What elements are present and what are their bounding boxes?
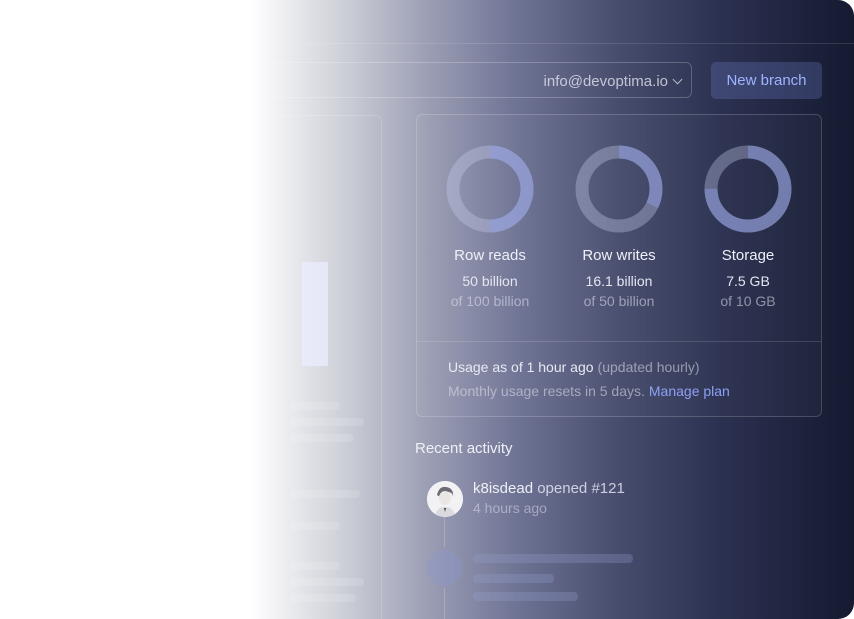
metric-label: Storage bbox=[721, 247, 775, 264]
usage-card: Row reads 50 billion of 100 billion Row … bbox=[416, 114, 822, 417]
timeline-connector bbox=[444, 517, 445, 547]
new-branch-button[interactable]: New branch bbox=[711, 62, 822, 99]
card-divider bbox=[417, 341, 821, 342]
reset-note: Monthly usage resets in 5 days. bbox=[448, 383, 645, 399]
account-selector-bar[interactable]: info@devoptima.io bbox=[230, 62, 692, 98]
placeholder-line bbox=[290, 594, 356, 602]
placeholder-line bbox=[290, 418, 364, 426]
metric-limit: of 100 billion bbox=[450, 293, 530, 309]
manage-plan-link[interactable]: Manage plan bbox=[649, 383, 730, 399]
usage-ring bbox=[446, 145, 534, 233]
timeline-connector bbox=[444, 588, 445, 619]
metric-limit: of 50 billion bbox=[583, 293, 655, 309]
metric-value: 7.5 GB bbox=[726, 273, 770, 289]
placeholder-line bbox=[290, 402, 340, 410]
update-note: (updated hourly) bbox=[597, 359, 700, 375]
placeholder-line bbox=[290, 578, 364, 586]
usage-ring bbox=[704, 145, 792, 233]
left-panel bbox=[230, 115, 382, 619]
metric-row-writes: Row writes 16.1 billion of 50 billion bbox=[554, 145, 684, 309]
activity-user[interactable]: k8isdead bbox=[473, 480, 533, 497]
placeholder-avatar bbox=[427, 550, 463, 586]
metric-value: 16.1 billion bbox=[585, 273, 653, 289]
chevron-down-icon bbox=[672, 74, 683, 85]
placeholder-line bbox=[473, 574, 554, 583]
usage-ring bbox=[575, 145, 663, 233]
usage-as-of: Usage as of 1 hour ago bbox=[448, 359, 594, 375]
placeholder-line bbox=[290, 522, 340, 530]
usage-status: Usage as of 1 hour ago (updated hourly) bbox=[448, 359, 700, 375]
reset-status: Monthly usage resets in 5 days. Manage pl… bbox=[448, 383, 730, 399]
activity-time: 4 hours ago bbox=[473, 500, 547, 516]
placeholder-line bbox=[473, 592, 578, 601]
placeholder-line bbox=[473, 554, 633, 563]
topbar-divider bbox=[0, 43, 854, 44]
avatar[interactable] bbox=[427, 481, 463, 517]
metric-label: Row writes bbox=[582, 247, 656, 264]
placeholder-block bbox=[302, 262, 328, 366]
account-selector[interactable]: info@devoptima.io bbox=[543, 63, 683, 99]
metric-limit: of 10 GB bbox=[720, 293, 776, 309]
account-email: info@devoptima.io bbox=[543, 72, 668, 90]
metric-storage: Storage 7.5 GB of 10 GB bbox=[683, 145, 813, 309]
activity-action: opened #121 bbox=[537, 480, 625, 497]
activity-item: k8isdead opened #121 bbox=[473, 480, 625, 497]
metric-label: Row reads bbox=[454, 247, 526, 264]
metric-value: 50 billion bbox=[462, 273, 518, 289]
app-window: info@devoptima.io New branch Row reads 5… bbox=[0, 0, 854, 619]
user-portrait-icon bbox=[427, 481, 463, 517]
placeholder-line bbox=[290, 562, 340, 570]
placeholder-line bbox=[290, 490, 360, 498]
metric-row-reads: Row reads 50 billion of 100 billion bbox=[425, 145, 555, 309]
placeholder-line bbox=[290, 434, 354, 442]
recent-activity-title: Recent activity bbox=[415, 440, 513, 457]
